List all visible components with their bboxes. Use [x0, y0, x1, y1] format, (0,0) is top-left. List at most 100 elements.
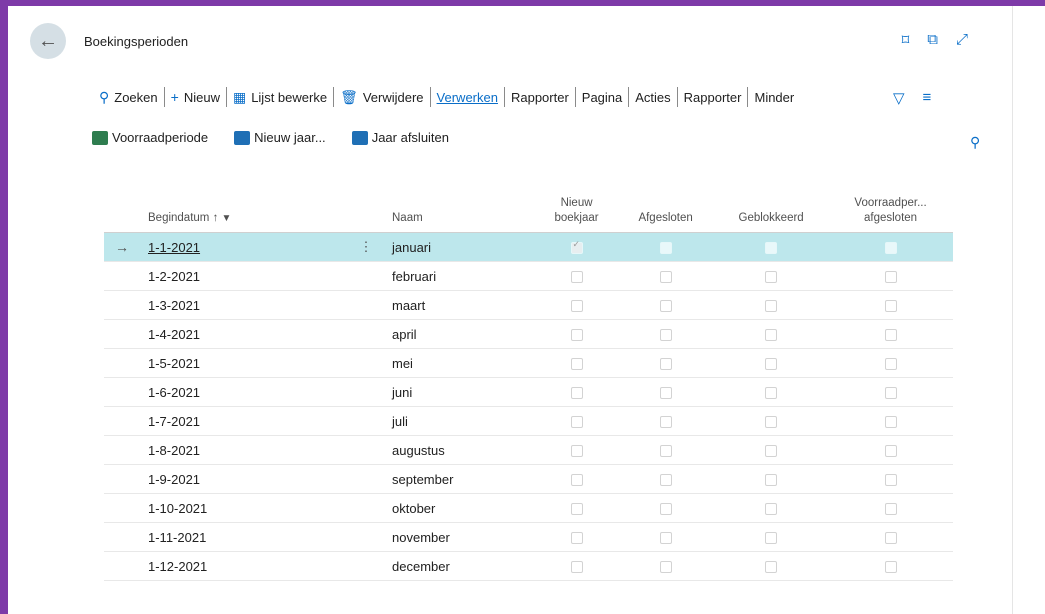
delete-button[interactable]: 🗑 Verwijdere — [335, 89, 428, 106]
voorraadperiode-button[interactable]: Voorraadperiode — [92, 130, 208, 145]
begindatum-cell[interactable]: 1-1-2021 — [140, 232, 352, 262]
list-view-icon[interactable]: ≡ — [923, 89, 932, 107]
search-button[interactable]: ⚲ Zoeken — [94, 89, 163, 106]
afgesloten-checkbox[interactable] — [659, 561, 672, 574]
row-menu[interactable] — [352, 435, 380, 465]
geblokkeerd-checkbox[interactable] — [765, 329, 778, 342]
table-row[interactable]: 1-3-2021 maart — [104, 290, 953, 320]
table-row[interactable]: 1-2-2021 februari — [104, 261, 953, 291]
geblokkeerd-checkbox[interactable] — [765, 242, 778, 255]
voorraadperiode-afgesloten-checkbox[interactable] — [884, 242, 897, 255]
edit-list-button[interactable]: ▦ Lijst bewerke — [228, 89, 332, 106]
row-menu[interactable] — [352, 348, 380, 378]
table-row[interactable]: 1-10-2021 oktober — [104, 493, 953, 523]
naam-cell[interactable]: september — [380, 464, 536, 494]
begindatum-cell[interactable]: 1-2-2021 — [140, 261, 352, 291]
row-menu[interactable] — [352, 290, 380, 320]
back-button[interactable]: ← — [30, 23, 66, 59]
voorraadperiode-afgesloten-checkbox[interactable] — [884, 416, 897, 429]
table-row[interactable]: 1-7-2021 juli — [104, 406, 953, 436]
naam-cell[interactable]: juni — [380, 377, 536, 407]
afgesloten-checkbox[interactable] — [659, 329, 672, 342]
new-button[interactable]: + Nieuw — [166, 89, 225, 105]
begindatum-cell[interactable]: 1-5-2021 — [140, 348, 352, 378]
nieuw-boekjaar-checkbox[interactable] — [570, 532, 583, 545]
row-menu[interactable] — [352, 319, 380, 349]
row-menu[interactable] — [352, 261, 380, 291]
voorraadperiode-afgesloten-checkbox[interactable] — [884, 561, 897, 574]
row-menu[interactable] — [352, 551, 380, 581]
expand-icon[interactable]: ⤢ — [956, 31, 968, 49]
afgesloten-checkbox[interactable] — [659, 532, 672, 545]
nieuw-boekjaar-checkbox[interactable] — [570, 503, 583, 516]
begindatum-cell[interactable]: 1-11-2021 — [140, 522, 352, 552]
tab-acties[interactable]: Acties — [630, 90, 675, 105]
geblokkeerd-checkbox[interactable] — [765, 300, 778, 313]
column-header-geblokkeerd[interactable]: Geblokkeerd — [714, 176, 829, 233]
naam-cell[interactable]: oktober — [380, 493, 536, 523]
tab-rapporteren-2[interactable]: Rapporter — [679, 90, 747, 105]
nieuw-boekjaar-checkbox[interactable] — [570, 239, 583, 255]
new-year-button[interactable]: Nieuw jaar... — [234, 130, 326, 145]
nieuw-boekjaar-checkbox[interactable] — [570, 358, 583, 371]
column-header-voorraadperiode-afgesloten[interactable]: Voorraadper... afgesloten — [828, 176, 953, 233]
afgesloten-checkbox[interactable] — [659, 387, 672, 400]
column-header-begindatum[interactable]: Begindatum ↑ ▼ — [140, 176, 352, 233]
voorraadperiode-afgesloten-checkbox[interactable] — [884, 300, 897, 313]
table-row[interactable]: 1-11-2021 november — [104, 522, 953, 552]
begindatum-cell[interactable]: 1-8-2021 — [140, 435, 352, 465]
nieuw-boekjaar-checkbox[interactable] — [570, 416, 583, 429]
naam-cell[interactable]: juli — [380, 406, 536, 436]
voorraadperiode-afgesloten-checkbox[interactable] — [884, 474, 897, 487]
afgesloten-checkbox[interactable] — [659, 416, 672, 429]
afgesloten-checkbox[interactable] — [659, 358, 672, 371]
nieuw-boekjaar-checkbox[interactable] — [570, 271, 583, 284]
voorraadperiode-afgesloten-checkbox[interactable] — [884, 329, 897, 342]
voorraadperiode-afgesloten-checkbox[interactable] — [884, 271, 897, 284]
naam-cell[interactable]: februari — [380, 261, 536, 291]
afgesloten-checkbox[interactable] — [659, 445, 672, 458]
geblokkeerd-checkbox[interactable] — [765, 358, 778, 371]
show-less-button[interactable]: Minder — [749, 90, 799, 105]
nieuw-boekjaar-checkbox[interactable] — [570, 445, 583, 458]
voorraadperiode-afgesloten-checkbox[interactable] — [884, 445, 897, 458]
column-header-nieuw-boekjaar[interactable]: Nieuw boekjaar — [536, 176, 618, 233]
geblokkeerd-checkbox[interactable] — [765, 503, 778, 516]
naam-cell[interactable]: november — [380, 522, 536, 552]
geblokkeerd-checkbox[interactable] — [765, 387, 778, 400]
geblokkeerd-checkbox[interactable] — [765, 445, 778, 458]
table-row[interactable]: 1-12-2021 december — [104, 551, 953, 581]
voorraadperiode-afgesloten-checkbox[interactable] — [884, 503, 897, 516]
begindatum-cell[interactable]: 1-6-2021 — [140, 377, 352, 407]
afgesloten-checkbox[interactable] — [659, 271, 672, 284]
row-menu[interactable] — [352, 406, 380, 436]
geblokkeerd-checkbox[interactable] — [765, 416, 778, 429]
nieuw-boekjaar-checkbox[interactable] — [570, 561, 583, 574]
geblokkeerd-checkbox[interactable] — [765, 532, 778, 545]
table-row[interactable]: 1-9-2021 september — [104, 464, 953, 494]
afgesloten-checkbox[interactable] — [659, 474, 672, 487]
table-row[interactable]: 1-6-2021 juni — [104, 377, 953, 407]
begindatum-cell[interactable]: 1-7-2021 — [140, 406, 352, 436]
voorraadperiode-afgesloten-checkbox[interactable] — [884, 532, 897, 545]
table-row[interactable]: 1-4-2021 april — [104, 319, 953, 349]
row-menu[interactable] — [352, 377, 380, 407]
table-row[interactable]: → 1-1-2021 ⋮ januari — [104, 232, 953, 262]
table-row[interactable]: 1-8-2021 augustus — [104, 435, 953, 465]
naam-cell[interactable]: augustus — [380, 435, 536, 465]
more-options-icon[interactable]: ⋮ — [360, 239, 373, 254]
nieuw-boekjaar-checkbox[interactable] — [570, 329, 583, 342]
voorraadperiode-afgesloten-checkbox[interactable] — [884, 387, 897, 400]
naam-cell[interactable]: december — [380, 551, 536, 581]
tab-verwerken[interactable]: Verwerken — [432, 90, 503, 105]
filter-icon[interactable]: ▽ — [893, 89, 905, 107]
row-menu[interactable] — [352, 522, 380, 552]
table-row[interactable]: 1-5-2021 mei — [104, 348, 953, 378]
naam-cell[interactable]: mei — [380, 348, 536, 378]
voorraadperiode-afgesloten-checkbox[interactable] — [884, 358, 897, 371]
naam-cell[interactable]: april — [380, 319, 536, 349]
afgesloten-checkbox[interactable] — [659, 503, 672, 516]
geblokkeerd-checkbox[interactable] — [765, 474, 778, 487]
column-header-afgesloten[interactable]: Afgesloten — [617, 176, 715, 233]
nieuw-boekjaar-checkbox[interactable] — [570, 300, 583, 313]
